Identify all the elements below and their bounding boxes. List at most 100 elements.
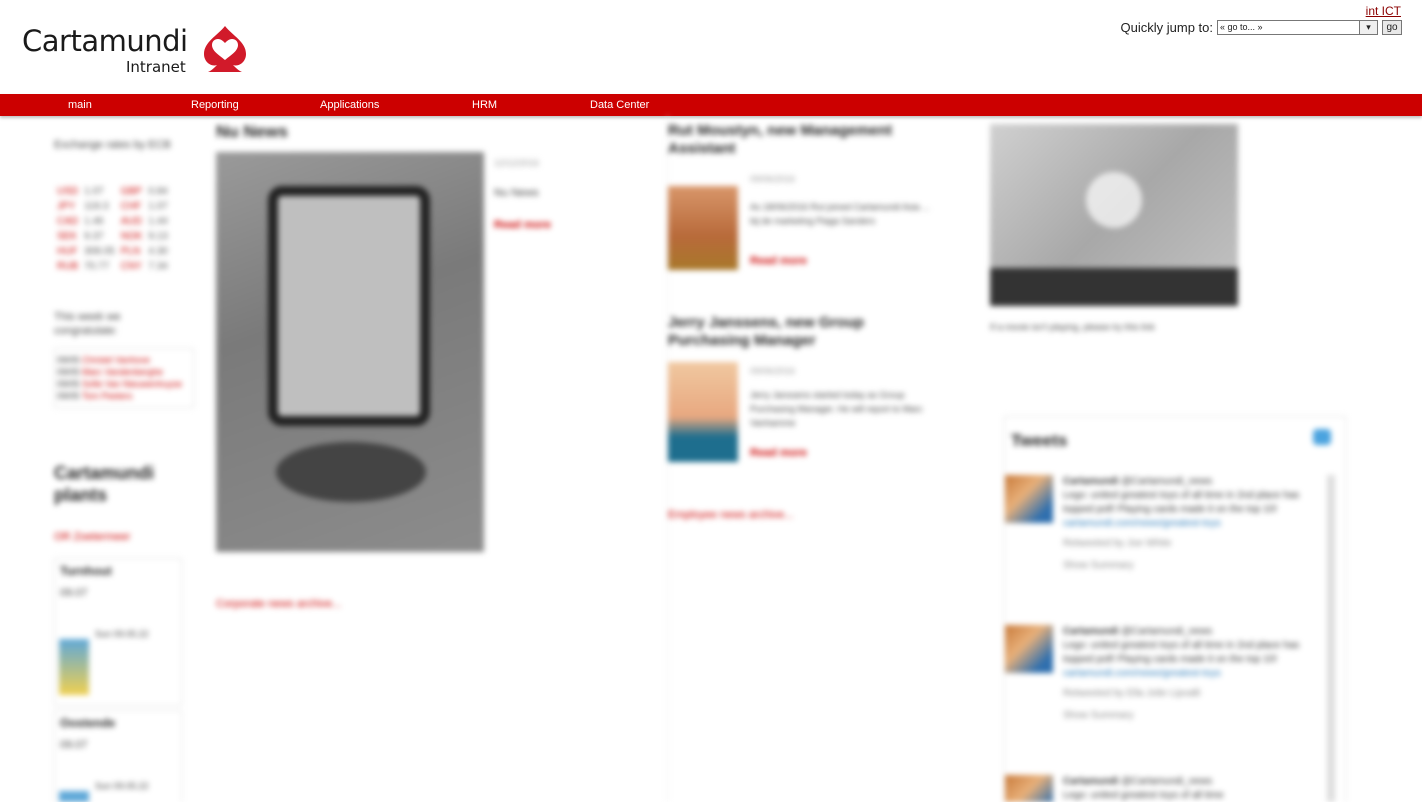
tweet-meta: Retweeted by Joe White [1063,538,1172,549]
rate-cell: 119.3 [84,201,109,212]
profile-read-more[interactable]: Read more [750,254,807,268]
tweet-author[interactable]: Cartamundi [1063,776,1119,787]
rate-cell: HUF [57,246,78,257]
birthday-date: 09/05 [57,355,80,365]
tweet-text: Lego: united greatest toys of all time [1063,790,1224,801]
weather-date: 09.07 [60,587,88,599]
play-icon[interactable] [1086,172,1142,228]
rate-cell: CAD [57,216,79,227]
birthdays-list: 09/05 Christel Vanhove 09/05 Marc Vanden… [54,348,194,408]
profile-title[interactable]: Jerry Janssens, new Group Purchasing Man… [668,314,944,350]
tweet-handle[interactable]: @Cartamundi_news [1121,476,1212,487]
weather-widget: Turnhout 09.07 Sun 09.05.22 [54,558,182,706]
scrollbar[interactable] [1327,475,1335,802]
tweet-body: Cartamundi @Cartamundi_news Lego: united… [1063,625,1313,723]
plants-title: Cartamundi plants [54,463,155,505]
birthday-name[interactable]: Tom Peeters [82,391,133,401]
nav-item-reporting[interactable]: Reporting [191,99,239,111]
quick-jump-label: Quickly jump to: [1120,20,1213,35]
main-content: Exchange rates by ECB USD 1.07 GBP 0.84 JPY… [0,116,1422,802]
weather-date: 09.07 [60,739,88,751]
avatar [1005,475,1053,523]
weather-city: Turnhout [60,564,112,578]
int-ict-link[interactable]: int ICT [1366,4,1401,18]
rate-cell: USD [57,186,79,197]
birthday-date: 09/05 [57,391,80,401]
quick-jump-value: « go to... » [1220,22,1263,32]
tweet-handle[interactable]: @Cartamundi_news [1121,626,1212,637]
tweets-title: Tweets [1011,431,1068,450]
rate-cell: 4.30 [148,246,168,257]
nav-item-applications[interactable]: Applications [320,99,379,111]
birthday-name[interactable]: Christel Vanhove [82,355,150,365]
tweet-link[interactable]: cartamundi.com/news/greatest-toys [1063,667,1313,681]
logo-wordmark: Cartamundi [22,24,188,58]
weather-info: Sun 09.05.22 [95,781,149,791]
profile-photo [668,186,738,270]
rate-cell: CHF [120,201,142,212]
page-header: Cartamundi Intranet int ICT Quickly jump… [0,0,1422,94]
profiles-archive-link[interactable]: Employee news archive... [668,508,793,522]
rate-cell: 70.77 [84,261,110,272]
list-item: 09/05 Marc Vandenberghe [57,367,191,377]
news-image[interactable] [216,152,484,552]
rate-cell: NOK [120,231,143,242]
profile-photo [668,362,738,462]
go-button[interactable]: go [1382,20,1402,35]
video-player[interactable] [990,124,1238,306]
nav-item-main[interactable]: main [68,99,92,111]
profiles-column: Rut Moustyn, new Management Assistant 09… [667,116,943,802]
nav-item-data-center[interactable]: Data Center [590,99,649,111]
birthday-name[interactable]: Sofie Van Nieuwenhuyse [82,379,182,389]
rate-cell: 1.07 [84,186,104,197]
avatar [1005,775,1053,802]
tweet-text: Lego: united greatest toys of all time i… [1063,490,1300,515]
rate-cell: 308.05 [84,246,115,257]
rate-cell: 7.34 [148,261,168,272]
plants-link[interactable]: OR Zoetermeer [54,530,130,544]
spade-heart-icon [204,26,246,72]
tweet-handle[interactable]: @Cartamundi_news [1121,776,1212,787]
table-row: CAD 1.46 AUD 1.44 [54,214,171,229]
news-read-more[interactable]: Read more [494,218,551,232]
table-row: JPY 119.3 CHF 1.07 [54,199,171,214]
table-row: USD 1.07 GBP 0.84 [54,184,171,199]
rate-cell: 0.84 [148,186,168,197]
video-controls[interactable] [990,268,1238,306]
rate-cell: CNY [120,261,142,272]
table-row: SEK 9.37 NOK 9.13 [54,229,171,244]
nav-item-hrm[interactable]: HRM [472,99,497,111]
tweet-author[interactable]: Cartamundi [1063,476,1119,487]
weather-info: Sun 09.05.22 [95,629,149,639]
profile-text: Jerry Janssens started today as Group Pu… [750,390,923,428]
list-item: 09/05 Sofie Van Nieuwenhuyse [57,379,191,389]
video-caption[interactable]: If a movie isn't playing, please try thi… [990,320,1155,334]
profile-date: 09/06/2016 [750,366,796,376]
rate-cell: 1.46 [84,216,104,227]
chevron-down-icon: ▾ [1359,21,1377,34]
exchange-rates-table: USD 1.07 GBP 0.84 JPY 119.3 CHF 1.07 CAD 1.46 AU… [54,184,171,274]
birthday-name[interactable]: Marc Vandenberghe [82,367,163,377]
birthday-date: 09/05 [57,367,80,377]
news-text: Nu News [494,187,539,199]
news-archive-link[interactable]: Corporate news archive... [216,597,341,611]
weather-widget: Oostende 09.07 Sun 09.05.22 [54,710,182,802]
quick-jump-select[interactable]: « go to... » ▾ [1217,20,1378,35]
main-navigation: main Reporting Applications HRM Data Cen… [0,94,1422,116]
tweet-body: Cartamundi @Cartamundi_news Lego: united… [1063,475,1313,573]
tweet-text: Lego: united greatest toys of all time i… [1063,640,1300,665]
weather-city: Oostende [60,716,116,730]
table-row: RUB 70.77 CNY 7.34 [54,259,171,274]
list-item: 09/05 Christel Vanhove [57,355,191,365]
profile-title[interactable]: Rut Moustyn, new Management Assistant [668,122,944,158]
tweet-footer[interactable]: Show Summary [1063,709,1313,723]
profile-read-more[interactable]: Read more [750,446,807,460]
profile-text: As 18/06/2016 Rut joined Cartamundi Asia… [750,202,930,226]
twitter-bird-icon[interactable] [1313,429,1331,445]
tweet-body: Cartamundi @Cartamundi_news Lego: united… [1063,775,1313,802]
birthday-date: 09/05 [57,379,80,389]
tweet-author[interactable]: Cartamundi [1063,626,1119,637]
tweet-footer[interactable]: Show Summary [1063,559,1313,573]
tweet-link[interactable]: cartamundi.com/news/greatest-toys [1063,517,1313,531]
profile-date: 09/06/2016 [750,174,796,184]
